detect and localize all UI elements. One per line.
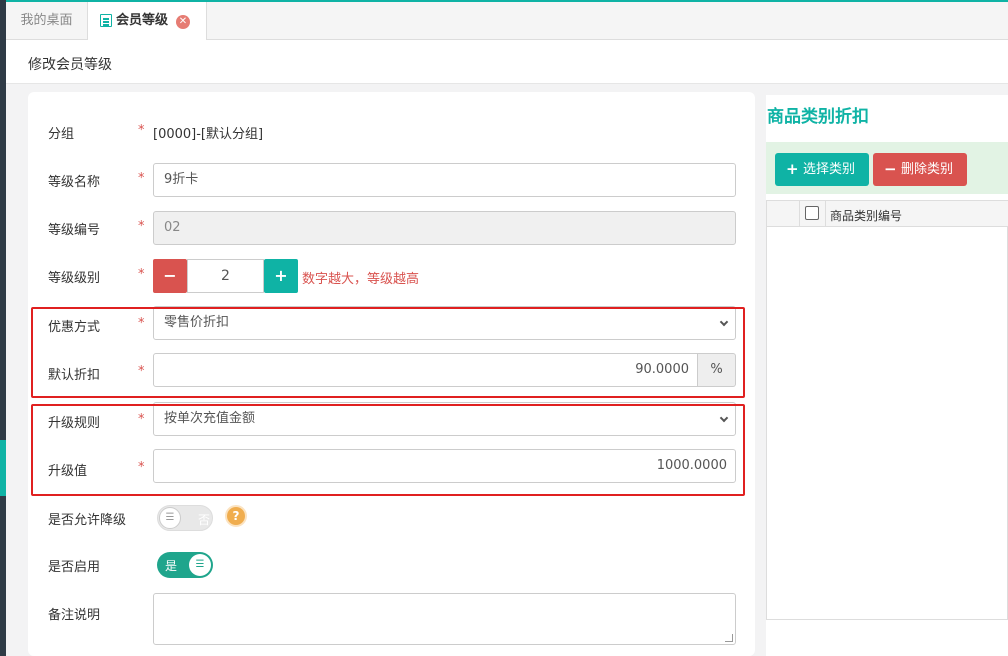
tab-member-level-label: 会员等级 [116, 13, 169, 28]
column-divider [825, 201, 826, 227]
group-value: [0000]-[默认分组] [153, 127, 264, 142]
allow-downgrade-toggle[interactable]: ☰ 否 [157, 505, 213, 531]
required-mark: * [138, 219, 145, 234]
decrement-button[interactable]: − [153, 259, 187, 293]
highlight-box-discount [31, 307, 745, 398]
select-all-checkbox[interactable] [805, 206, 819, 220]
select-category-label: 选择类别 [803, 162, 856, 177]
level-code-value: 02 [164, 220, 181, 235]
enabled-label: 是否启用 [48, 560, 101, 575]
category-table-header: 商品类别编号 [767, 201, 1008, 227]
enabled-toggle[interactable]: 是 ☰ [157, 552, 213, 578]
required-mark: * [138, 123, 145, 138]
enabled-state: 是 [165, 559, 178, 573]
level-name-label: 等级名称 [48, 175, 101, 190]
tab-home-label: 我的桌面 [20, 13, 73, 28]
level-rank-hint: 数字越大，等级越高 [302, 272, 420, 287]
select-category-button[interactable]: + 选择类别 [775, 153, 869, 186]
level-name-input[interactable]: 9折卡 [153, 163, 736, 197]
minus-icon: − [884, 160, 897, 178]
tab-bar: 我的桌面 会员等级 ✕ [6, 2, 1008, 41]
required-mark: * [138, 267, 145, 282]
allow-downgrade-state: 否 [197, 513, 210, 527]
tab-home[interactable]: 我的桌面 [6, 2, 88, 40]
level-rank-label: 等级级别 [48, 271, 101, 286]
increment-button[interactable]: + [264, 259, 298, 293]
group-label: 分组 [48, 127, 75, 142]
help-icon[interactable]: ? [225, 505, 247, 527]
allow-downgrade-label: 是否允许降级 [48, 513, 127, 528]
page-title: 修改会员等级 [28, 57, 112, 73]
level-name-value: 9折卡 [164, 172, 199, 187]
toggle-knob-icon: ☰ [159, 507, 181, 529]
level-rank-input[interactable]: 2 [187, 259, 264, 293]
toggle-knob-icon: ☰ [189, 554, 211, 576]
close-icon[interactable]: ✕ [176, 15, 190, 29]
page-header: 修改会员等级 [6, 40, 1008, 84]
list-icon [100, 14, 112, 27]
level-code-input: 02 [153, 211, 736, 245]
category-table: 商品类别编号 [766, 200, 1008, 620]
required-mark: * [138, 171, 145, 186]
delete-category-button[interactable]: − 删除类别 [873, 153, 967, 186]
column-divider [799, 201, 800, 227]
category-code-column-header: 商品类别编号 [830, 209, 903, 223]
level-code-label: 等级编号 [48, 223, 101, 238]
plus-icon: + [786, 160, 799, 178]
delete-category-label: 删除类别 [901, 162, 954, 177]
highlight-box-upgrade [31, 404, 745, 496]
category-discount-title: 商品类别折扣 [767, 107, 869, 127]
remark-textarea[interactable] [153, 593, 736, 645]
tab-member-level[interactable]: 会员等级 ✕ [88, 2, 207, 41]
remark-label: 备注说明 [48, 608, 101, 623]
resize-handle-icon[interactable] [725, 634, 733, 642]
